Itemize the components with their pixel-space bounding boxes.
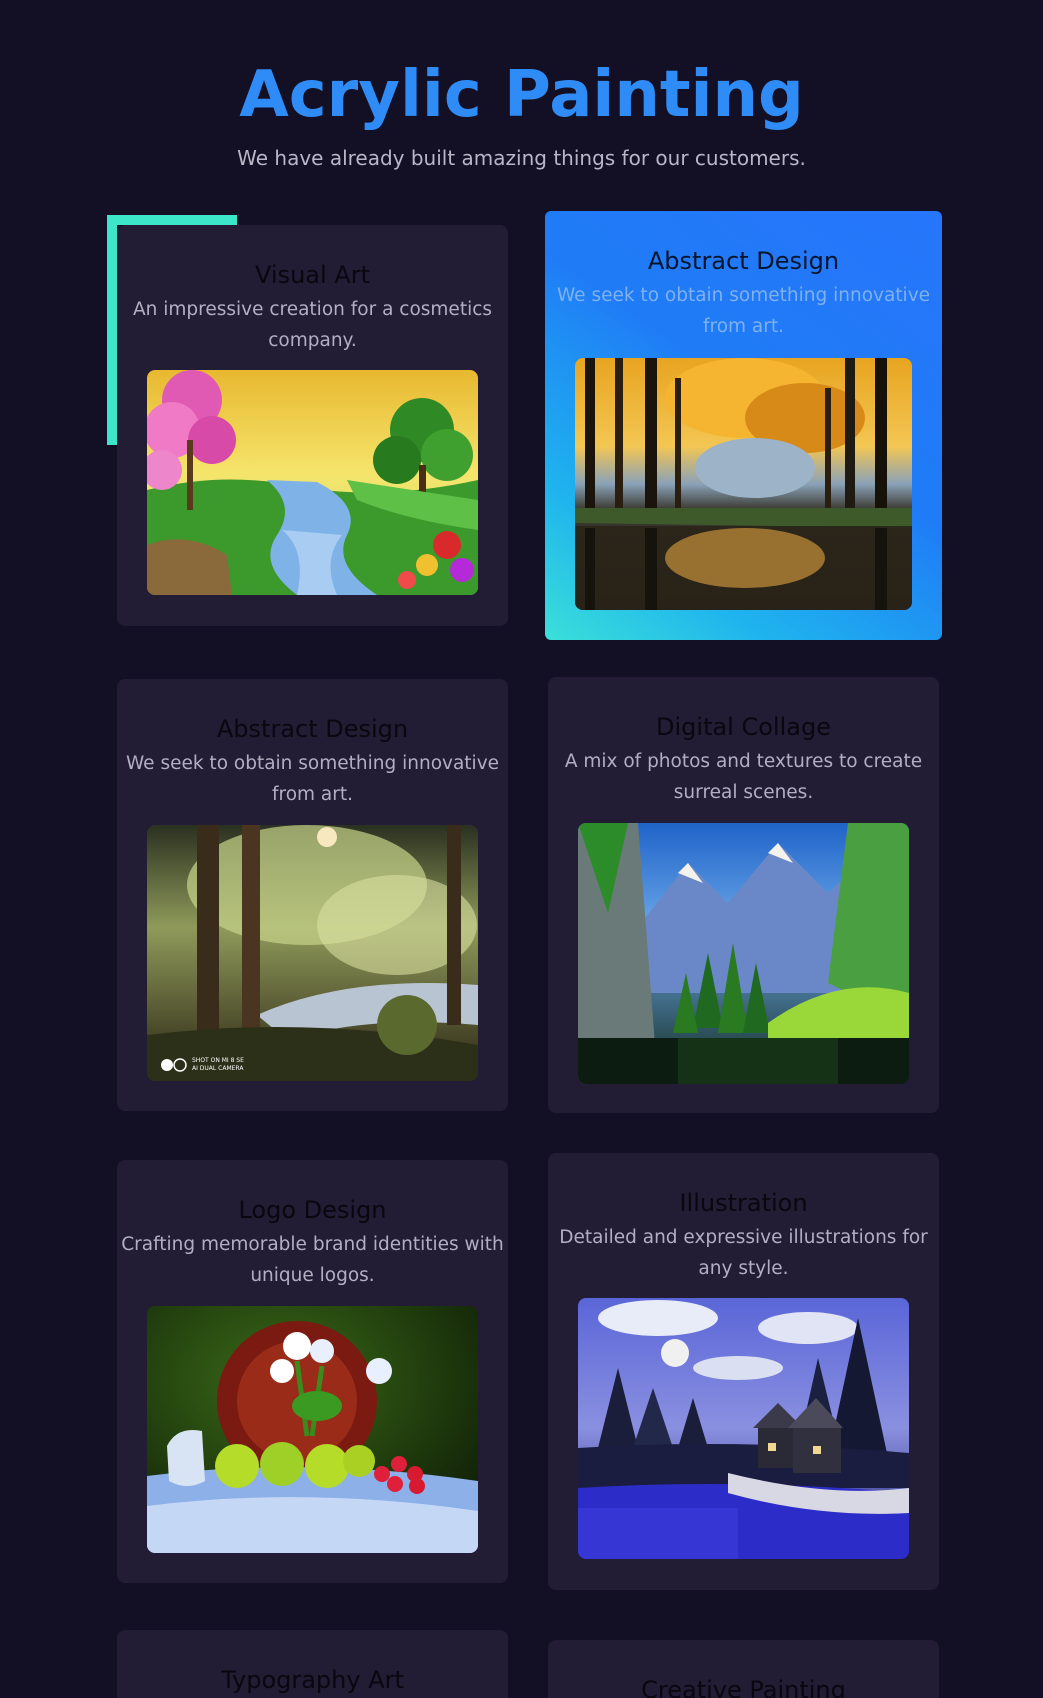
card-title: Typography Art xyxy=(221,1666,404,1694)
card-title: Abstract Design xyxy=(216,715,409,743)
portfolio-card-digital-collage[interactable]: Digital Collage A mix of photos and text… xyxy=(548,677,939,1113)
portfolio-card-abstract-design-featured[interactable]: Abstract Design We seek to obtain someth… xyxy=(545,211,942,640)
card-title: Visual Art xyxy=(255,261,370,289)
card-description: A mix of photos and textures to create s… xyxy=(564,751,923,803)
portfolio-card-illustration[interactable]: Illustration Detailed and expressive ill… xyxy=(548,1153,939,1590)
card-title: Illustration xyxy=(679,1189,808,1217)
page-title: Acrylic Painting xyxy=(239,58,804,132)
svg-text:AI DUAL CAMERA: AI DUAL CAMERA xyxy=(192,1065,244,1072)
card-description: We seek to obtain something innovative f… xyxy=(556,285,931,337)
autumn-forest-lake-painting xyxy=(575,358,912,610)
card-description: An impressive creation for a cosmetics c… xyxy=(132,299,493,351)
portfolio-card-creative-painting[interactable]: Creative Painting xyxy=(548,1640,939,1698)
card-description: Detailed and expressive illustrations fo… xyxy=(559,1227,928,1279)
card-description: Crafting memorable brand identities with… xyxy=(121,1234,504,1286)
fruit-still-life-painting xyxy=(147,1306,478,1553)
portfolio-card-visual-art[interactable]: Visual Art An impressive creation for a … xyxy=(117,225,508,626)
sunlit-forest-river-painting: SHOT ON MI 8 SE AI DUAL CAMERA xyxy=(147,825,478,1081)
moonlit-cottage-painting xyxy=(578,1298,909,1559)
card-title: Digital Collage xyxy=(656,713,831,741)
portfolio-card-typography-art[interactable]: Typography Art xyxy=(117,1630,508,1698)
portfolio-card-abstract-design[interactable]: Abstract Design We seek to obtain someth… xyxy=(117,679,508,1111)
page: Acrylic Painting We have already built a… xyxy=(0,0,1043,1698)
card-title: Creative Painting xyxy=(641,1676,846,1698)
svg-text:SHOT ON MI 8 SE: SHOT ON MI 8 SE xyxy=(192,1057,244,1064)
card-title: Abstract Design xyxy=(647,247,840,275)
card-title: Logo Design xyxy=(238,1196,387,1224)
portfolio-card-logo-design[interactable]: Logo Design Crafting memorable brand ide… xyxy=(117,1160,508,1583)
page-subtitle: We have already built amazing things for… xyxy=(237,146,806,170)
card-description: We seek to obtain something innovative f… xyxy=(125,753,500,805)
river-landscape-painting xyxy=(147,370,478,595)
mountain-lake-painting xyxy=(578,823,909,1084)
